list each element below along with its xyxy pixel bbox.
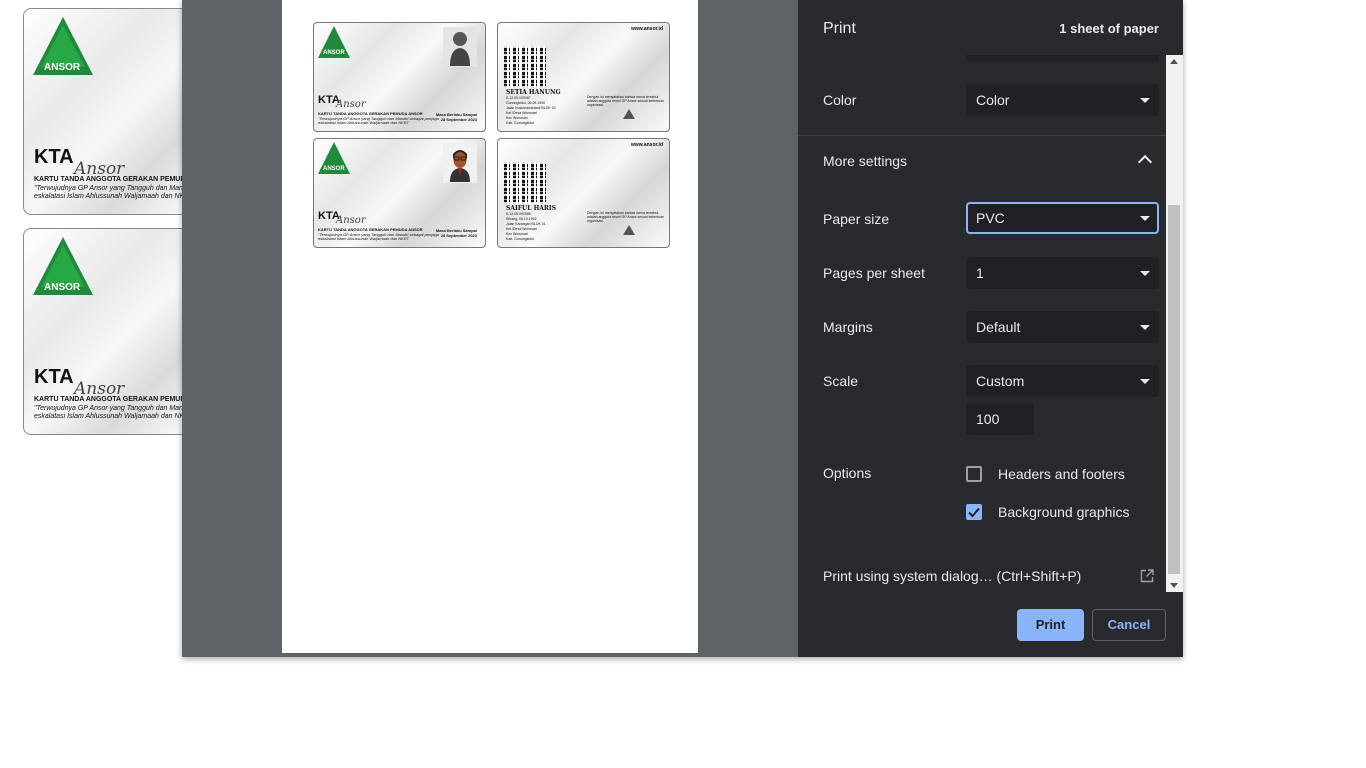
margins-label: Margins xyxy=(823,319,873,335)
validity-date: 28 September 2023 xyxy=(440,233,477,238)
scale-input-value: 100 xyxy=(976,411,1000,427)
options-label: Options xyxy=(823,465,872,481)
dropdown-arrow-icon xyxy=(1140,325,1150,330)
website-url: www.ansor.id xyxy=(630,142,663,148)
preview-card-front-1: ANSOR KTA Ansor KARTU TANDA ANGGOTA GERA… xyxy=(313,22,486,132)
validity: Masa Berlaku Sampai 28 September 2023 xyxy=(436,112,477,122)
scale-input[interactable]: 100 xyxy=(966,403,1034,435)
cancel-button[interactable]: Cancel xyxy=(1092,609,1166,641)
card-title-line: KARTU TANDA ANGGOTA GERAKAN PEMUD xyxy=(34,396,186,403)
card-motto-line: "Terwujudnya GP Ansor yang Tangguh dan M… xyxy=(34,405,193,412)
card-motto-line: eskalatasi Islam Ahlussunah Waljamaah da… xyxy=(34,193,194,200)
scrollbar-thumb[interactable] xyxy=(1168,205,1180,574)
member-detail: Jalan Karangan BLOK 01 xyxy=(506,222,546,226)
logo-label: ANSOR xyxy=(44,62,81,73)
background-graphics-checkbox[interactable] xyxy=(966,504,982,520)
scale-value: Custom xyxy=(976,373,1025,389)
member-name: SAIFUL HARIS xyxy=(506,205,557,212)
open-in-new-icon[interactable] xyxy=(1140,569,1154,583)
scroll-up-arrow-icon[interactable] xyxy=(1170,59,1178,64)
stamp-icon xyxy=(623,225,635,235)
color-label: Color xyxy=(823,92,857,108)
validity: Masa Berlaku Sampai 28 September 2023 xyxy=(436,228,477,238)
background-graphics-label[interactable]: Background graphics xyxy=(998,504,1130,520)
print-button[interactable]: Print xyxy=(1017,609,1084,641)
sheet-count: 1 sheet of paper xyxy=(1059,21,1159,36)
member-detail: Kec Wonosari xyxy=(506,232,528,236)
print-settings-panel: Print 1 sheet of paper Color Color More … xyxy=(798,0,1183,657)
background-card-2: ANSOR KTA Ansor KARTU TANDA ANGGOTA GERA… xyxy=(23,228,200,435)
destination-select[interactable] xyxy=(966,55,1159,62)
member-detail: Kab. Gunungkidul xyxy=(506,121,534,125)
logo-label: ANSOR xyxy=(44,282,81,293)
settings-scroll-area[interactable]: Color Color More settings Paper size PVC… xyxy=(798,55,1166,592)
person-silhouette-icon xyxy=(450,32,470,66)
membership-statement: Dengan ini menyatakan bahwa nama tersebu… xyxy=(587,211,664,224)
scale-label: Scale xyxy=(823,373,859,389)
member-detail: Jalan Kusumawardani BLOK 03 xyxy=(506,106,556,110)
preview-card-back-2: www.ansor.id SAIFUL HARIS S.12.05.000086… xyxy=(497,138,670,248)
headers-footers-label[interactable]: Headers and footers xyxy=(998,466,1125,482)
validity-date: 28 September 2023 xyxy=(440,117,477,122)
print-dialog: ANSOR KTA Ansor KARTU TANDA ANGGOTA GERA… xyxy=(182,0,1183,657)
member-detail: Rihang, 05.10.1992 xyxy=(506,217,537,221)
pages-per-sheet-label: Pages per sheet xyxy=(823,265,925,281)
checkmark-icon xyxy=(968,507,980,518)
pages-per-sheet-value: 1 xyxy=(976,265,984,281)
card-motto-line: "Terwujudnya GP Ansor yang Tangguh dan M… xyxy=(34,185,193,192)
paper-size-value: PVC xyxy=(976,210,1005,226)
paper-size-select[interactable]: PVC xyxy=(966,202,1159,234)
qr-code-icon xyxy=(504,162,546,204)
system-dialog-link[interactable]: Print using system dialog… (Ctrl+Shift+P… xyxy=(823,568,1081,584)
member-detail: S.12.05.000087 xyxy=(506,96,531,100)
member-detail: Kel./Desa Wonosari xyxy=(506,111,537,115)
card-title-line: KARTU TANDA ANGGOTA GERAKAN PEMUD xyxy=(34,176,186,183)
more-settings-toggle[interactable]: More settings xyxy=(823,153,907,169)
panel-header: Print 1 sheet of paper xyxy=(798,0,1183,55)
dropdown-arrow-icon xyxy=(1140,379,1150,384)
kta-heading: KTA xyxy=(34,146,74,168)
member-detail: Kel./Desa Wonosari xyxy=(506,227,537,231)
paper-size-label: Paper size xyxy=(823,211,890,227)
qr-code-icon xyxy=(504,46,546,88)
background-card-1: ANSOR KTA Ansor KARTU TANDA ANGGOTA GERA… xyxy=(23,8,200,215)
margins-value: Default xyxy=(976,319,1021,335)
member-detail: Kab. Gunungkidul xyxy=(506,237,534,241)
ansor-script: Ansor xyxy=(336,99,366,110)
settings-scrollbar[interactable] xyxy=(1166,55,1183,592)
margins-select[interactable]: Default xyxy=(966,311,1159,343)
color-select[interactable]: Color xyxy=(966,84,1159,116)
dropdown-arrow-icon xyxy=(1140,98,1150,103)
headers-footers-checkbox[interactable] xyxy=(966,466,982,482)
logo-label: ANSOR xyxy=(323,166,345,172)
dropdown-arrow-icon xyxy=(1140,271,1150,276)
divider xyxy=(798,135,1166,136)
scroll-down-arrow-icon[interactable] xyxy=(1170,583,1178,588)
dialog-footer: Print Cancel xyxy=(798,592,1183,657)
member-detail: Kec Wonosari xyxy=(506,116,528,120)
chevron-up-icon[interactable] xyxy=(1137,154,1153,170)
preview-card-back-1: www.ansor.id SETIA HANUNG S.12.05.000087… xyxy=(497,22,670,132)
pages-per-sheet-select[interactable]: 1 xyxy=(966,257,1159,289)
scale-select[interactable]: Custom xyxy=(966,365,1159,397)
stamp-icon xyxy=(623,109,635,119)
card-motto-line: eskalatasi Islam Ahlussunah Waljamaah da… xyxy=(318,236,410,241)
ansor-script: Ansor xyxy=(336,215,366,226)
membership-statement: Dengan ini menyatakan bahwa nama tersebu… xyxy=(587,95,664,108)
card-motto-line: eskalatasi Islam Ahlussunah Waljamaah da… xyxy=(318,120,410,125)
website-url: www.ansor.id xyxy=(630,26,663,32)
dropdown-arrow-icon xyxy=(1140,216,1150,221)
preview-card-front-2: ANSOR KTA Ansor KARTU TANDA ANGGOTA GERA… xyxy=(313,138,486,248)
person-cartoon-icon xyxy=(450,150,470,182)
kta-heading: KTA xyxy=(34,366,74,388)
card-motto-line: eskalatasi Islam Ahlussunah Waljamaah da… xyxy=(34,413,194,420)
logo-label: ANSOR xyxy=(323,50,345,56)
print-preview-page: ANSOR KTA Ansor KARTU TANDA ANGGOTA GERA… xyxy=(282,0,698,653)
member-name: SETIA HANUNG xyxy=(506,89,561,96)
member-detail: Gunungkidul, 06.05.1990 xyxy=(506,101,546,105)
color-value: Color xyxy=(976,92,1010,108)
member-detail: S.12.05.000086 xyxy=(506,212,531,216)
dialog-title: Print xyxy=(823,20,856,37)
